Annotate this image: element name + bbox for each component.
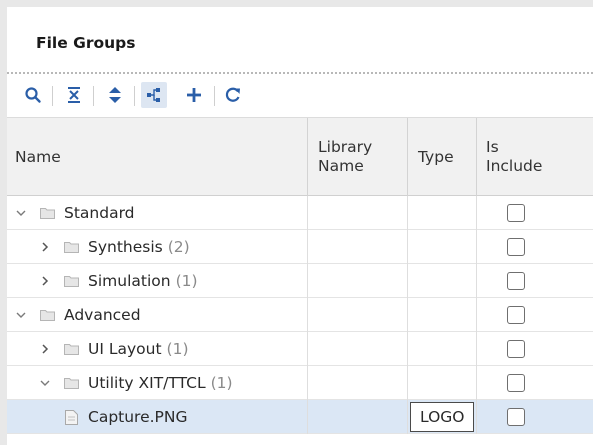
table-row[interactable]: Synthesis (2): [7, 230, 593, 264]
name-cell: Capture.PNG: [7, 400, 307, 434]
name-cell: Standard: [7, 196, 307, 230]
search-icon: [25, 87, 41, 103]
file-groups-panel: File Groups Name Library Name Type Is In…: [7, 7, 593, 445]
library-name-cell[interactable]: [307, 298, 407, 332]
library-name-cell[interactable]: [307, 264, 407, 298]
is-include-cell: [476, 230, 593, 264]
library-name-cell[interactable]: [307, 332, 407, 366]
chevron-right-icon[interactable]: [39, 241, 51, 253]
table-row[interactable]: Advanced: [7, 298, 593, 332]
type-cell[interactable]: [407, 264, 476, 298]
library-name-cell[interactable]: [307, 366, 407, 400]
table-row[interactable]: Capture.PNG LOGO: [7, 400, 593, 434]
group-by-icon: [147, 88, 160, 102]
folder-icon: [64, 241, 79, 253]
expand-all-button[interactable]: [102, 82, 128, 108]
library-name-cell[interactable]: [307, 400, 407, 434]
type-cell[interactable]: [407, 230, 476, 264]
chevron-right-icon[interactable]: [39, 343, 51, 355]
toolbar-separator: [52, 86, 53, 106]
add-button[interactable]: [181, 82, 207, 108]
panel-header: File Groups: [7, 7, 593, 73]
toolbar-separator: [93, 86, 94, 106]
row-count: (1): [166, 340, 189, 358]
file-icon: [65, 409, 78, 425]
folder-icon: [64, 377, 79, 389]
is-include-checkbox[interactable]: [507, 374, 525, 392]
library-name-cell[interactable]: [307, 230, 407, 264]
column-header-is-include-label: Is Include: [486, 138, 543, 175]
type-cell[interactable]: [407, 332, 476, 366]
group-by-button[interactable]: [141, 82, 167, 108]
add-icon: [187, 88, 201, 102]
row-count: (1): [175, 272, 198, 290]
row-label: Simulation: [88, 272, 171, 290]
name-cell: UI Layout (1): [7, 332, 307, 366]
name-cell: Utility XIT/TTCL (1): [7, 366, 307, 400]
is-include-checkbox[interactable]: [507, 306, 525, 324]
is-include-checkbox[interactable]: [507, 272, 525, 290]
table-row[interactable]: UI Layout (1): [7, 332, 593, 366]
column-header-library-name-label: Library Name: [318, 138, 373, 175]
row-count: (2): [167, 238, 190, 256]
row-label: Utility XIT/TTCL: [88, 374, 206, 392]
is-include-checkbox[interactable]: [507, 238, 525, 256]
chevron-down-icon[interactable]: [39, 377, 51, 389]
type-cell[interactable]: LOGO: [407, 400, 476, 434]
chevron-right-icon[interactable]: [39, 275, 51, 287]
table-row[interactable]: Utility XIT/TTCL (1): [7, 366, 593, 400]
search-button[interactable]: [20, 82, 46, 108]
is-include-cell: [476, 400, 593, 434]
chevron-down-icon[interactable]: [15, 207, 27, 219]
window-top-border: [0, 0, 593, 7]
row-label: Synthesis: [88, 238, 163, 256]
folder-icon: [64, 275, 79, 287]
is-include-checkbox[interactable]: [507, 408, 525, 426]
collapse-all-button[interactable]: [61, 82, 87, 108]
toolbar-separator: [214, 86, 215, 106]
toolbar-separator: [134, 86, 135, 106]
is-include-checkbox[interactable]: [507, 340, 525, 358]
name-cell: Advanced: [7, 298, 307, 332]
is-include-cell: [476, 366, 593, 400]
table-row[interactable]: Standard: [7, 196, 593, 230]
expand-all-icon: [109, 87, 121, 103]
column-header-is-include[interactable]: Is Include: [476, 118, 593, 196]
is-include-cell: [476, 264, 593, 298]
column-header-library-name[interactable]: Library Name: [307, 118, 407, 196]
row-label: Advanced: [64, 306, 141, 324]
row-count: (1): [210, 374, 233, 392]
name-cell: Simulation (1): [7, 264, 307, 298]
library-name-cell[interactable]: [307, 196, 407, 230]
refresh-button[interactable]: [220, 82, 246, 108]
panel-title: File Groups: [36, 34, 136, 52]
column-header-type[interactable]: Type: [407, 118, 476, 196]
type-field[interactable]: LOGO: [410, 402, 474, 432]
type-cell[interactable]: [407, 196, 476, 230]
row-label: Standard: [64, 204, 135, 222]
column-header-name[interactable]: Name: [7, 118, 307, 196]
is-include-cell: [476, 298, 593, 332]
table-row[interactable]: Simulation (1): [7, 264, 593, 298]
table-header: Name Library Name Type Is Include: [7, 117, 593, 196]
folder-icon: [40, 309, 55, 321]
collapse-all-icon: [68, 87, 80, 103]
window-left-border: [0, 0, 7, 445]
name-cell: Synthesis (2): [7, 230, 307, 264]
toolbar: [7, 74, 593, 117]
is-include-checkbox[interactable]: [507, 204, 525, 222]
folder-icon: [40, 207, 55, 219]
chevron-down-icon[interactable]: [15, 309, 27, 321]
row-label: Capture.PNG: [88, 408, 188, 426]
refresh-icon: [225, 87, 240, 102]
is-include-cell: [476, 332, 593, 366]
is-include-cell: [476, 196, 593, 230]
type-cell[interactable]: [407, 366, 476, 400]
type-cell[interactable]: [407, 298, 476, 332]
folder-icon: [64, 343, 79, 355]
row-label: UI Layout: [88, 340, 162, 358]
